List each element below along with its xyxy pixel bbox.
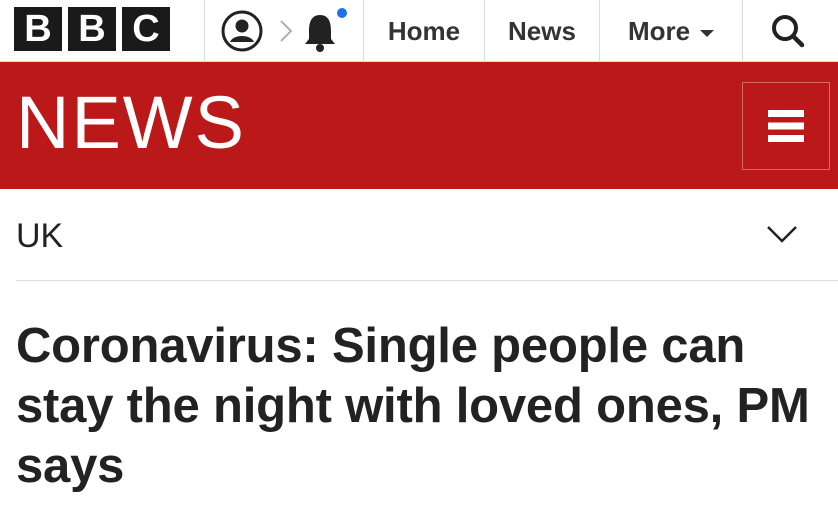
hamburger-icon: [768, 110, 804, 142]
nav-news-label: News: [508, 15, 576, 46]
logo-letter: C: [122, 7, 170, 51]
news-banner: NEWS: [0, 62, 838, 189]
nav-more[interactable]: More: [600, 0, 742, 62]
search-icon[interactable]: [768, 11, 808, 51]
account-icon[interactable]: [220, 9, 264, 53]
nav-news[interactable]: News: [485, 0, 599, 62]
nav-home[interactable]: Home: [364, 0, 484, 62]
bell-icon[interactable]: [298, 6, 352, 54]
section-label: UK: [16, 217, 64, 255]
logo-letter: B: [14, 7, 62, 51]
chevron-right-icon: [280, 20, 293, 42]
divider: [16, 280, 838, 281]
caret-down-icon: [700, 29, 715, 37]
bbc-logo[interactable]: B B C: [14, 7, 170, 51]
divider: [204, 0, 205, 62]
nav-more-label: More: [627, 15, 691, 46]
divider: [742, 0, 743, 62]
masthead: B B C Home News More: [0, 0, 838, 62]
section-selector[interactable]: UK: [0, 189, 838, 281]
notification-dot: [337, 8, 347, 18]
chevron-down-icon[interactable]: [764, 219, 800, 249]
news-wordmark[interactable]: NEWS: [16, 83, 246, 163]
menu-button[interactable]: [742, 82, 830, 170]
nav-home-label: Home: [387, 15, 461, 46]
logo-letter: B: [68, 7, 116, 51]
article-headline: Coronavirus: Single people can stay the …: [16, 319, 810, 493]
